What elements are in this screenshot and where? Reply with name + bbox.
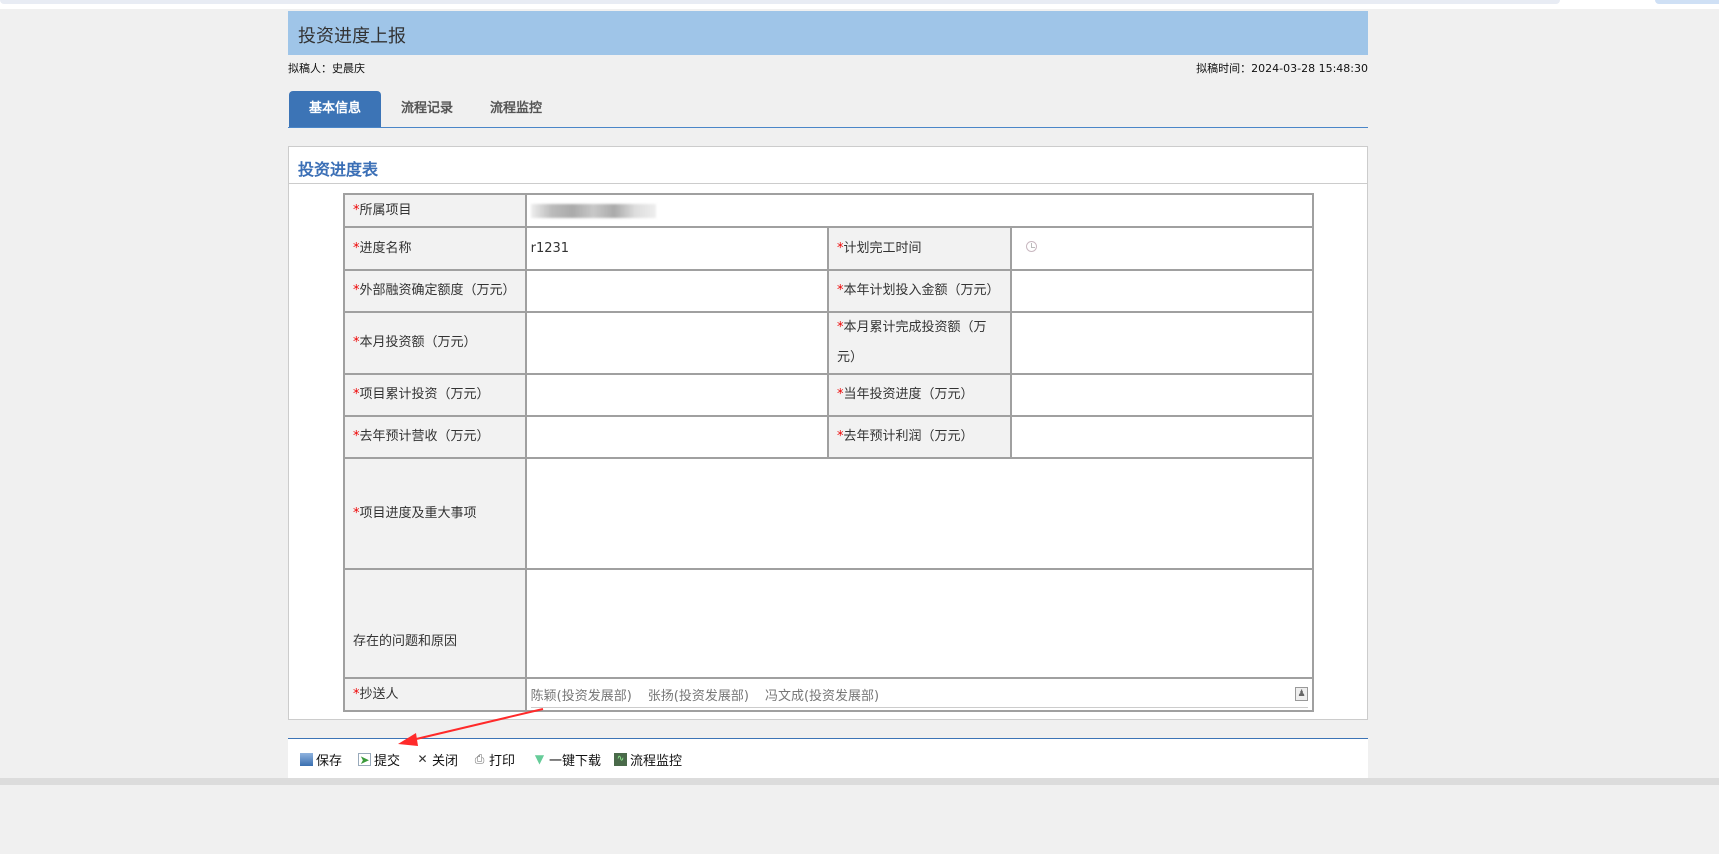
project-cumulative-label: *项目累计投资（万元） [343, 373, 527, 417]
progress-name-input[interactable]: r1231 [524, 226, 830, 271]
download-icon: ▼ [534, 752, 545, 766]
form-panel: 投资进度表 *所属项目 *进度名称 r1231 *计划完工时间 *外部融资确定额… [288, 146, 1368, 720]
browser-top-strip [0, 0, 1719, 9]
redacted-project [530, 203, 656, 218]
cc-person[interactable]: 冯文成(投资发展部) [765, 685, 879, 704]
action-toolbar: 保存 ➤ 提交 ✕ 关闭 ⎙ 打印 ▼ 一键下载 ∿ 流程监控 [288, 738, 1368, 778]
cc-person[interactable]: 陈颖(投资发展部) [531, 685, 632, 704]
planned-completion-label: *计划完工时间 [827, 226, 1012, 271]
tab-flow-records[interactable]: 流程记录 [381, 91, 473, 127]
progress-name-label: *进度名称 [343, 226, 527, 271]
drafter: 拟稿人：史晨庆 [288, 62, 365, 75]
last-year-revenue-label: *去年预计营收（万元） [343, 415, 527, 459]
project-label: *所属项目 [343, 193, 527, 228]
tab-flow-monitor[interactable]: 流程监控 [470, 91, 562, 127]
tab-bar: 基本信息 流程记录 流程监控 [288, 91, 1368, 128]
problems-textarea[interactable] [524, 568, 1315, 679]
planned-completion-input[interactable] [1009, 226, 1315, 271]
project-field[interactable] [524, 193, 1315, 228]
close-button[interactable]: ✕ 关闭 [416, 750, 458, 770]
draft-time: 拟稿时间：2024-03-28 15:48:30 [1196, 62, 1368, 75]
major-events-label: *项目进度及重大事项 [343, 457, 527, 570]
annual-progress-label: *当年投资进度（万元） [827, 373, 1012, 417]
page-title: 投资进度上报 [298, 26, 406, 47]
panel-title: 投资进度表 [289, 147, 1367, 184]
user-picker-icon[interactable]: ♟ [1295, 687, 1308, 701]
clock-icon[interactable] [1025, 241, 1037, 252]
download-all-button[interactable]: ▼ 一键下载 [533, 750, 601, 770]
save-button[interactable]: 保存 [300, 750, 342, 769]
last-year-profit-input[interactable] [1009, 415, 1315, 459]
annual-progress-input[interactable] [1009, 373, 1315, 417]
monitor-icon: ∿ [614, 753, 627, 766]
investment-progress-form: *所属项目 *进度名称 r1231 *计划完工时间 *外部融资确定额度（万元） … [343, 193, 1315, 712]
cc-person[interactable]: 张扬(投资发展部) [648, 685, 749, 704]
annual-planned-label: *本年计划投入金额（万元） [827, 269, 1012, 313]
problems-label: 存在的问题和原因 [343, 568, 527, 679]
annual-planned-input[interactable] [1009, 269, 1315, 313]
tab-basic-info[interactable]: 基本信息 [289, 91, 381, 127]
page-header: 投资进度上报 [288, 11, 1368, 55]
browser-button [1655, 0, 1719, 4]
last-year-profit-label: *去年预计利润（万元） [827, 415, 1012, 459]
monthly-investment-label: *本月投资额（万元） [343, 311, 527, 375]
monthly-cumulative-input[interactable] [1009, 311, 1315, 375]
major-events-textarea[interactable] [524, 457, 1315, 570]
external-financing-input[interactable] [524, 269, 830, 313]
flow-monitor-button[interactable]: ∿ 流程监控 [614, 750, 682, 769]
bottom-divider [0, 778, 1719, 785]
address-bar [0, 0, 1560, 4]
submit-icon: ➤ [358, 753, 371, 767]
submit-button[interactable]: ➤ 提交 [358, 750, 400, 769]
print-button[interactable]: ⎙ 打印 [473, 750, 515, 770]
project-cumulative-input[interactable] [524, 373, 830, 417]
monthly-investment-input[interactable] [524, 311, 830, 375]
external-financing-label: *外部融资确定额度（万元） [343, 269, 527, 313]
monthly-cumulative-label: *本月累计完成投资额（万元） [827, 311, 1012, 375]
print-icon: ⎙ [474, 752, 485, 766]
last-year-revenue-input[interactable] [524, 415, 830, 459]
close-icon: ✕ [417, 752, 428, 766]
cc-field[interactable]: 陈颖(投资发展部) 张扬(投资发展部) 冯文成(投资发展部) ♟ [524, 677, 1315, 712]
save-icon [300, 753, 313, 766]
cc-label: *抄送人 [343, 677, 527, 712]
